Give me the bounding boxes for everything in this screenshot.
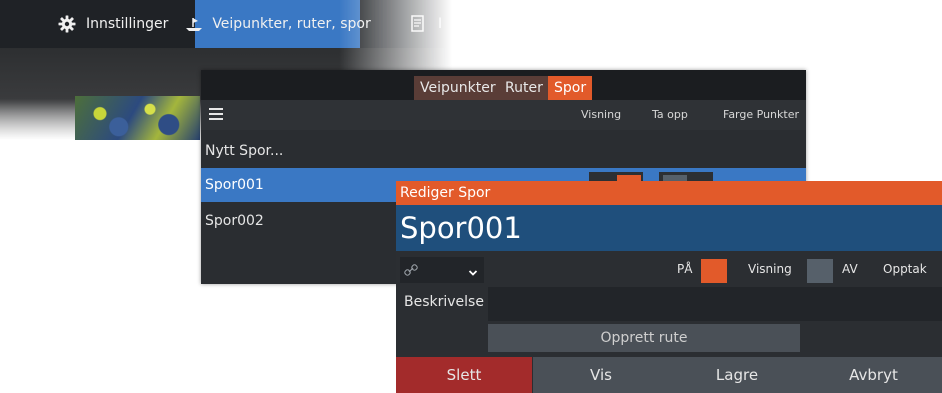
document-icon	[408, 13, 430, 35]
column-points-label: Punkter	[756, 108, 799, 121]
tab-waypoints-label: Veipunkter, ruter, spor	[212, 16, 371, 32]
show-button[interactable]: Vis	[533, 357, 669, 393]
menu-icon[interactable]	[209, 108, 223, 120]
description-input[interactable]	[488, 287, 942, 321]
tab-settings[interactable]: Innstillinger	[56, 0, 168, 48]
display-toggle[interactable]	[701, 259, 727, 283]
tab-tracks[interactable]: Spor	[548, 76, 593, 100]
column-color-label: Farge	[723, 108, 754, 121]
chevron-down-icon	[468, 263, 478, 282]
cancel-button[interactable]: Avbryt	[805, 357, 942, 393]
gear-icon	[56, 13, 78, 35]
tab-waypoints-routes-tracks[interactable]: Veipunkter, ruter, spor	[186, 0, 371, 48]
tab-settings-label: Innstillinger	[86, 16, 169, 32]
tab-information[interactable]: I	[408, 0, 442, 48]
list-header: Visning Ta opp Farge Punkter	[201, 100, 806, 130]
list-item-new-track[interactable]: Nytt Spor...	[201, 134, 806, 168]
top-menu-bar: Innstillinger Veipunkter, ruter, spor I	[0, 0, 460, 48]
column-view[interactable]: Visning	[581, 100, 621, 130]
edit-track-dialog: Rediger Spor Spor001 PÅ Visning AV Oppta…	[396, 181, 942, 393]
waypoint-icon	[184, 13, 204, 35]
display-label: Visning	[748, 262, 792, 276]
create-route-button[interactable]: Opprett rute	[488, 324, 800, 352]
track-name-value: Spor001	[400, 211, 522, 245]
record-label: Opptak	[883, 262, 927, 276]
dialog-button-bar: Slett Vis Lagre Avbryt	[396, 357, 942, 393]
display-on-label: PÅ	[677, 262, 693, 276]
panel-tab-bar: Veipunkter Ruter Spor	[201, 70, 806, 100]
save-button[interactable]: Lagre	[669, 357, 805, 393]
delete-button[interactable]: Slett	[396, 357, 532, 393]
chart-thumbnail	[75, 96, 200, 140]
track-name: Spor001	[205, 177, 264, 193]
track-options-row: PÅ Visning AV Opptak	[396, 251, 942, 287]
record-off-label: AV	[842, 262, 858, 276]
column-color[interactable]: Farge Punkter	[723, 100, 799, 130]
tab-information-label: I	[438, 16, 443, 32]
description-label: Beskrivelse	[404, 294, 484, 310]
track-name-field[interactable]: Spor001	[396, 205, 942, 251]
tab-routes[interactable]: Ruter	[499, 76, 549, 100]
record-toggle[interactable]	[807, 259, 833, 283]
tab-waypoints[interactable]: Veipunkter	[414, 76, 502, 100]
dialog-title: Rediger Spor	[396, 181, 942, 205]
color-select[interactable]	[400, 257, 484, 283]
column-record[interactable]: Ta opp	[652, 100, 688, 130]
link-icon	[404, 262, 418, 281]
